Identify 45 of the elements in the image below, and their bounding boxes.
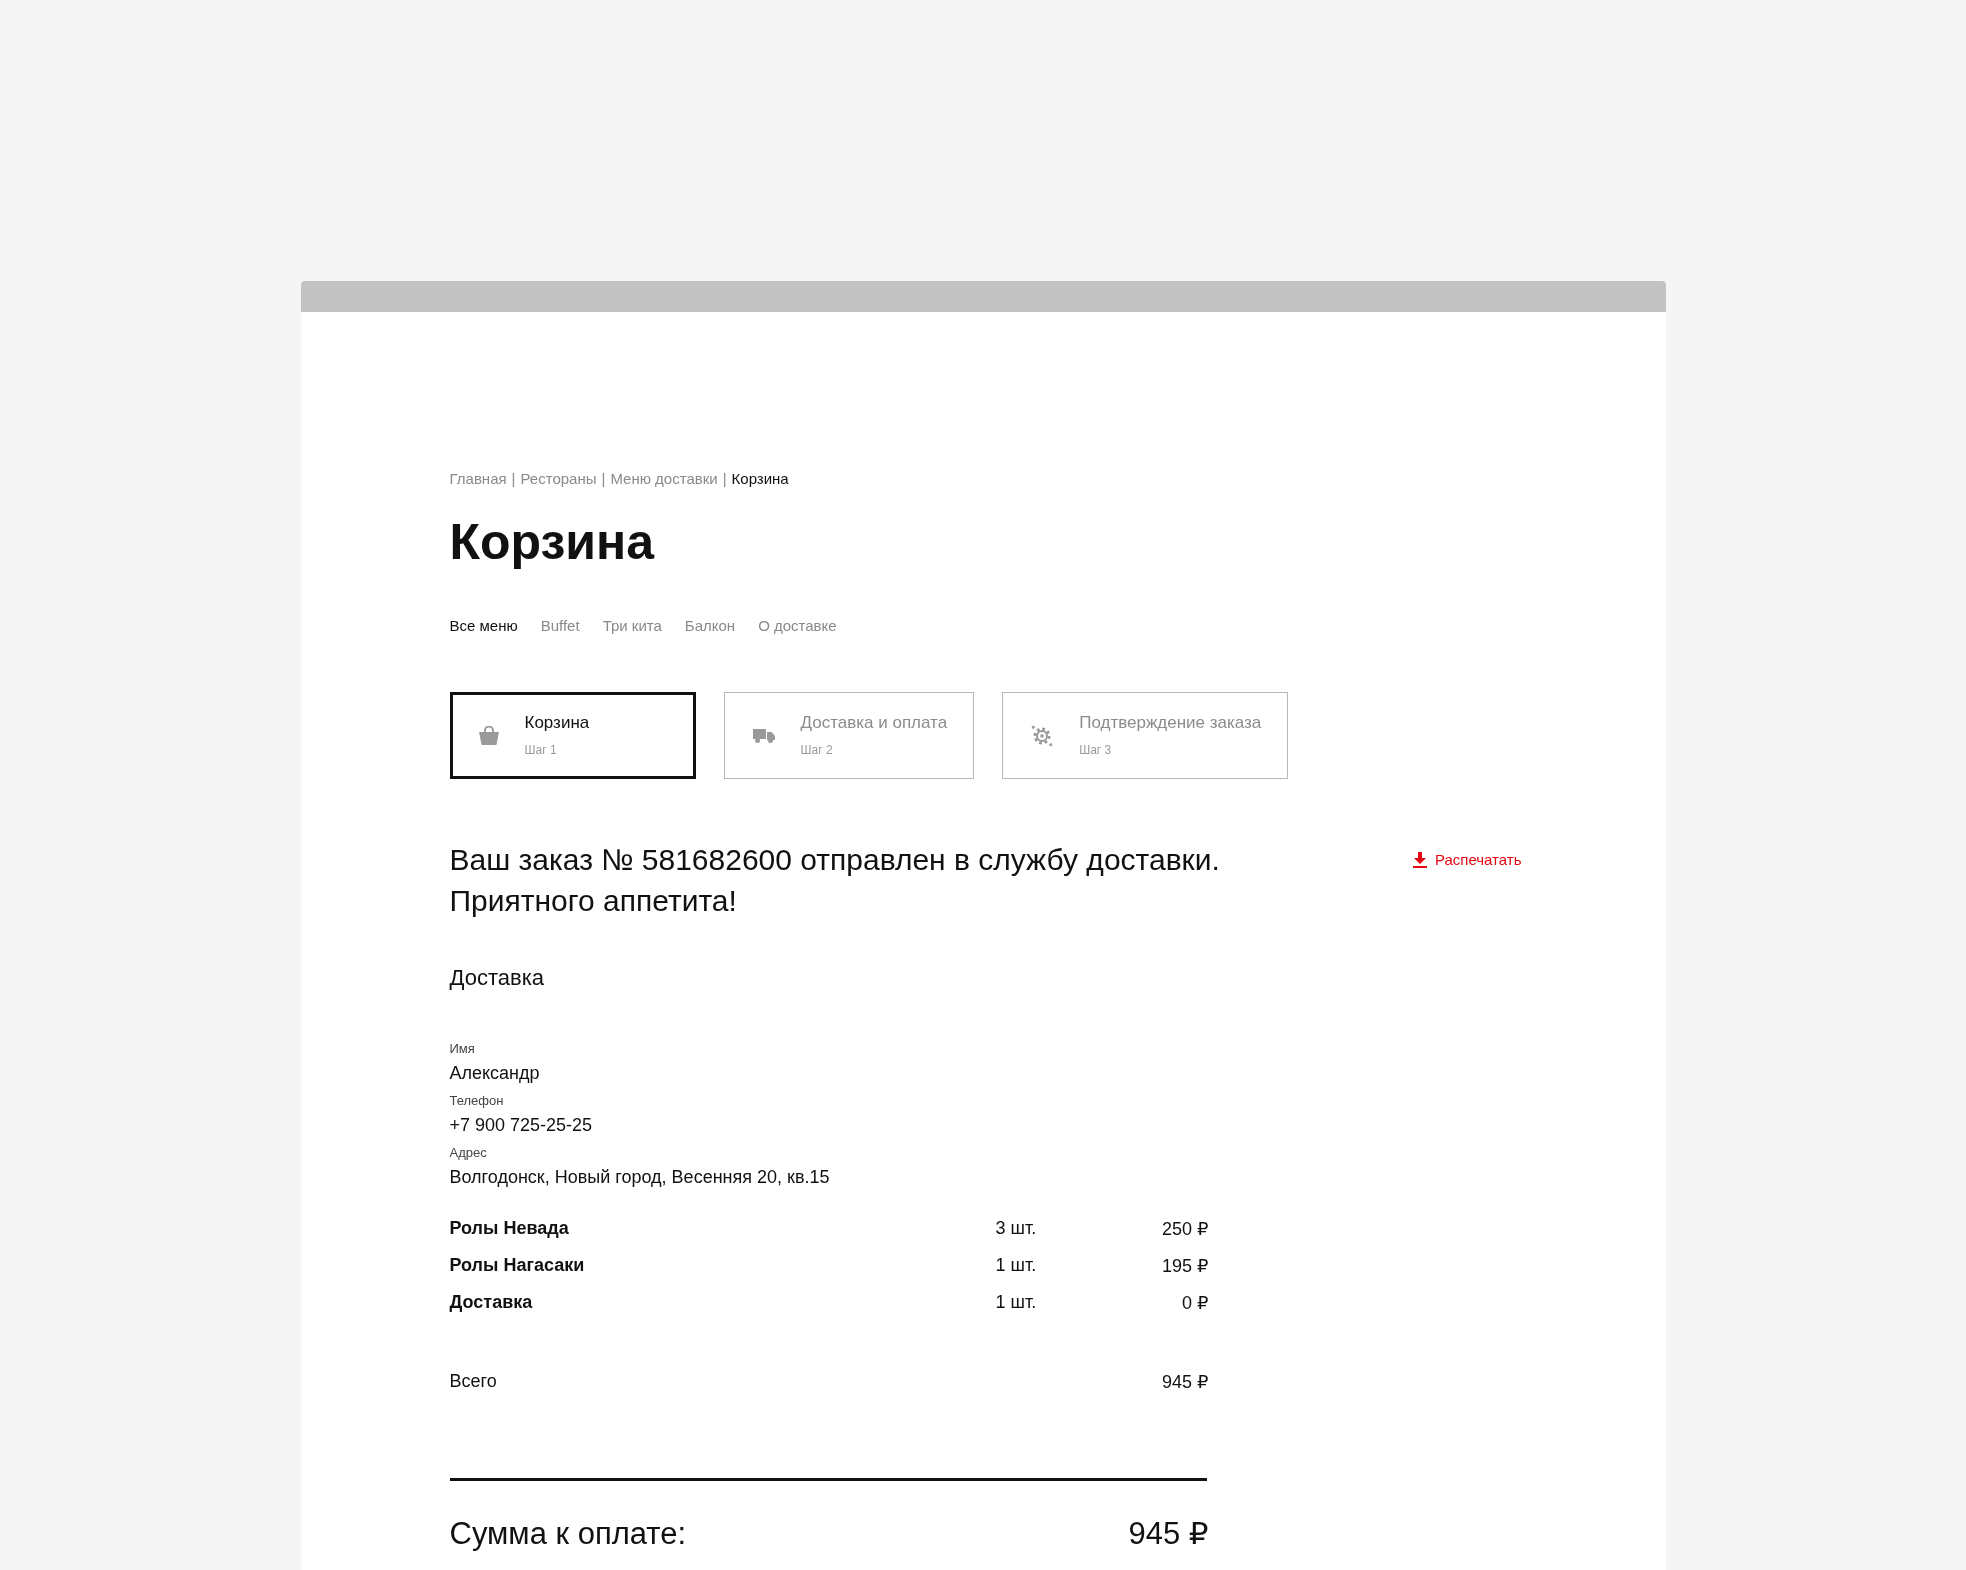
- section-heading: Доставка: [449, 964, 544, 992]
- field-label: Телефон: [449, 1092, 504, 1110]
- gear-icon: [1031, 724, 1054, 747]
- basket-icon: [478, 726, 499, 745]
- step-subtitle: Шаг 3: [1079, 742, 1112, 758]
- page-title: Корзина: [449, 513, 655, 572]
- menu-tab[interactable]: О доставке: [758, 616, 837, 636]
- menu-tab[interactable]: Три кита: [602, 616, 662, 636]
- step-title: Доставка и оплата: [800, 713, 948, 733]
- item-name: Доставка: [449, 1292, 533, 1313]
- step-subtitle: Шаг 1: [524, 742, 557, 758]
- truck-icon: [752, 728, 775, 743]
- step-title: Корзина: [524, 713, 590, 733]
- item-quantity: 1 шт.: [995, 1292, 1037, 1313]
- menu-tab[interactable]: Все меню: [449, 616, 518, 636]
- field-label: Имя: [449, 1040, 475, 1058]
- field-value: Волгодонск, Новый город, Весенняя 20, кв.15: [449, 1166, 830, 1189]
- breadcrumb-link[interactable]: Корзина: [731, 469, 789, 489]
- item-price: 195 ₽: [1162, 1254, 1209, 1277]
- item-quantity: 1 шт.: [995, 1255, 1037, 1276]
- field-value: +7 900 725-25-25: [449, 1114, 593, 1137]
- breadcrumb-separator: |: [722, 469, 727, 489]
- breadcrumb-link[interactable]: Меню доставки: [610, 469, 718, 489]
- amount-due-value: 945 ₽: [1128, 1515, 1209, 1553]
- menu-tab[interactable]: Балкон: [684, 616, 736, 636]
- menu-tab[interactable]: Buffet: [540, 616, 580, 636]
- step-title: Подтверждение заказа: [1079, 713, 1262, 733]
- total-value: 945 ₽: [1162, 1370, 1209, 1393]
- breadcrumb-separator: |: [511, 469, 516, 489]
- order-confirmation-message: Ваш заказ № 581682600 отправлен в службу доставки. Приятного аппетита!: [449, 842, 1220, 919]
- breadcrumb-link[interactable]: Главная: [449, 469, 507, 489]
- breadcrumb-link[interactable]: Рестораны: [520, 469, 597, 489]
- total-label: Всего: [449, 1371, 497, 1392]
- breadcrumb-separator: |: [601, 469, 606, 489]
- item-price: 0 ₽: [1182, 1291, 1209, 1314]
- step-subtitle: Шаг 2: [800, 742, 833, 758]
- item-name: Ролы Нагасаки: [449, 1255, 585, 1276]
- download-icon: [1412, 851, 1427, 868]
- item-quantity: 3 шт.: [995, 1218, 1037, 1239]
- field-label: Адрес: [449, 1144, 487, 1162]
- item-price: 250 ₽: [1162, 1217, 1209, 1240]
- print-link[interactable]: Распечатать: [1412, 849, 1522, 870]
- field-value: Александр: [449, 1062, 540, 1085]
- amount-due-label: Сумма к оплате:: [449, 1515, 687, 1553]
- item-name: Ролы Невада: [449, 1218, 569, 1239]
